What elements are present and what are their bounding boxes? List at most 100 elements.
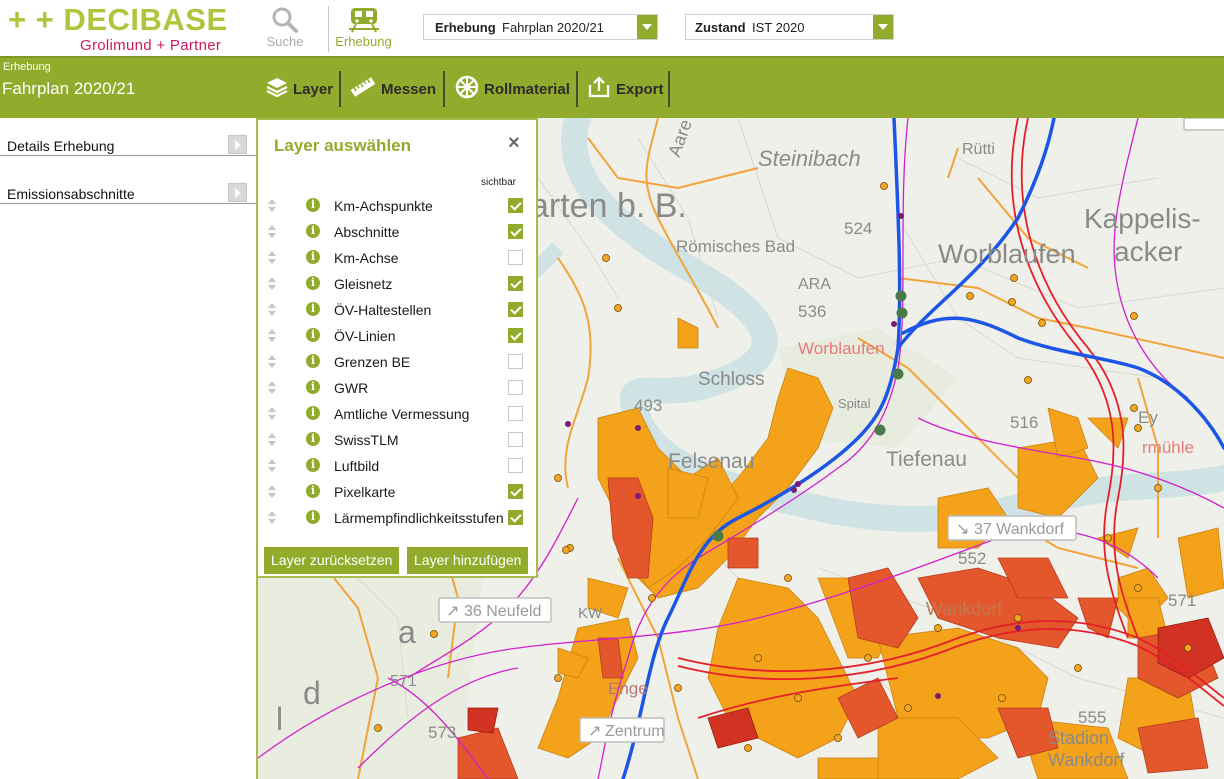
map-label-ey: Ey	[1138, 408, 1158, 427]
zustand-select[interactable]: Zustand IST 2020	[685, 14, 894, 40]
layer-visible-checkbox[interactable]	[508, 432, 523, 447]
layer-visible-checkbox[interactable]	[508, 354, 523, 369]
layer-visible-checkbox[interactable]	[508, 380, 523, 395]
close-icon[interactable]: ×	[508, 132, 520, 155]
layer-visible-checkbox[interactable]	[508, 484, 523, 499]
layer-row: i Luftbild	[258, 454, 536, 480]
map-label-wankdorf-area: Wankdorf	[926, 599, 1003, 619]
drag-handle-icon[interactable]	[268, 277, 276, 291]
export-icon	[587, 75, 611, 103]
drag-handle-icon[interactable]	[268, 355, 276, 369]
map-label-kappelis: Kappelis-	[1084, 203, 1201, 234]
map-label-felsenau: Felsenau	[668, 450, 754, 473]
info-icon[interactable]: i	[306, 458, 320, 472]
drag-handle-icon[interactable]	[268, 459, 276, 473]
map-label-wald-l: l	[276, 701, 283, 737]
drag-handle-icon[interactable]	[268, 433, 276, 447]
add-layer-button[interactable]: Layer hinzufügen	[407, 547, 529, 574]
map-label-acker: acker	[1114, 236, 1182, 267]
drag-handle-icon[interactable]	[268, 485, 276, 499]
map-label-elev-524: 524	[844, 219, 872, 238]
map-label-enge: Enge	[608, 679, 648, 698]
layer-panel-title: Layer auswählen	[274, 136, 412, 155]
drag-handle-icon[interactable]	[268, 511, 276, 525]
tool-messen-button[interactable]: Messen	[350, 71, 436, 107]
logo-wordmark: + + DECIBASE	[8, 2, 228, 37]
info-icon[interactable]: i	[306, 432, 320, 446]
info-icon[interactable]: i	[306, 224, 320, 238]
info-icon[interactable]: i	[306, 484, 320, 498]
layer-visible-checkbox[interactable]	[508, 276, 523, 291]
tool-messen-label: Messen	[381, 80, 437, 98]
nav-erhebung[interactable]: Erhebung	[328, 6, 398, 52]
info-icon[interactable]: i	[306, 276, 320, 290]
exit-sign-wankdorf: ↘ 37 Wankdorf	[947, 515, 1077, 541]
drag-handle-icon[interactable]	[268, 381, 276, 395]
chevron-down-icon[interactable]	[637, 15, 657, 39]
zustand-select-label: Zustand	[695, 20, 746, 35]
tool-rollmaterial-button[interactable]: Rollmaterial	[455, 71, 570, 107]
tool-export-label: Export	[616, 80, 664, 98]
toolbar-divider	[339, 71, 341, 107]
exit-sign-topright	[1183, 118, 1224, 131]
layer-visible-checkbox[interactable]	[508, 458, 523, 473]
layer-visible-checkbox[interactable]	[508, 328, 523, 343]
erhebung-select[interactable]: Erhebung Fahrplan 2020/21	[423, 14, 658, 40]
nav-suche[interactable]: Suche	[262, 6, 308, 52]
layer-visible-checkbox[interactable]	[508, 198, 523, 213]
map-label-elev-552: 552	[958, 549, 986, 568]
chevron-down-icon[interactable]	[873, 15, 893, 39]
tool-layer-button[interactable]: Layer	[266, 71, 333, 107]
layer-name: Grenzen BE	[334, 354, 411, 370]
nav-suche-label: Suche	[266, 34, 304, 49]
drag-handle-icon[interactable]	[268, 329, 276, 343]
chevron-right-icon[interactable]	[228, 135, 247, 154]
layer-name: Pixelkarte	[334, 484, 396, 500]
layer-row: i SwissTLM	[258, 428, 536, 454]
chevron-right-icon[interactable]	[228, 183, 247, 202]
map-label-elev-493: 493	[634, 396, 662, 415]
drag-handle-icon[interactable]	[268, 199, 276, 213]
info-icon[interactable]: i	[306, 302, 320, 316]
layer-row: i Km-Achse	[258, 246, 536, 272]
logo-subtitle: Grolimund + Partner	[80, 37, 222, 54]
info-icon[interactable]: i	[306, 380, 320, 394]
info-icon[interactable]: i	[306, 406, 320, 420]
toolbar-divider	[443, 71, 445, 107]
layer-name: GWR	[334, 380, 369, 396]
map-label-eymuehle: rmühle	[1142, 438, 1194, 457]
reset-layers-button[interactable]: Layer zurücksetzen	[264, 547, 400, 574]
map-label-wald-a: a	[398, 614, 416, 650]
layer-row: i Km-Achspunkte	[258, 194, 536, 220]
layer-visible-checkbox[interactable]	[508, 406, 523, 421]
info-icon[interactable]: i	[306, 198, 320, 212]
drag-handle-icon[interactable]	[268, 303, 276, 317]
map-label-stadion-wankdorf: Wankdorf	[1048, 750, 1125, 770]
search-icon	[262, 6, 308, 34]
drag-handle-icon[interactable]	[268, 407, 276, 421]
exit-label-zentrum: Zentrum	[605, 723, 665, 740]
info-icon[interactable]: i	[306, 354, 320, 368]
layer-visible-checkbox[interactable]	[508, 510, 523, 525]
map-label-wald-d: d	[303, 675, 321, 711]
layer-row: i Lärmempfindlichkeitsstufen	[258, 506, 536, 532]
map-label-ittigen: arten b. B.	[530, 187, 687, 225]
drag-handle-icon[interactable]	[268, 251, 276, 265]
info-icon[interactable]: i	[306, 328, 320, 342]
map-label-ara: ARA	[798, 276, 831, 293]
tool-export-button[interactable]: Export	[587, 71, 664, 107]
info-icon[interactable]: i	[306, 510, 320, 524]
sidebar-item-emissionsabschnitte[interactable]: Emissionsabschnitte	[0, 166, 256, 204]
layer-row: i ÖV-Linien	[258, 324, 536, 350]
svg-text:↘: ↘	[956, 521, 969, 538]
decibase-logo[interactable]: + + DECIBASE Grolimund + Partner	[8, 2, 238, 54]
layer-name: Lärmempfindlichkeitsstufen	[334, 510, 504, 526]
layer-visible-checkbox[interactable]	[508, 224, 523, 239]
erhebung-select-value: Fahrplan 2020/21	[502, 20, 604, 35]
info-icon[interactable]: i	[306, 250, 320, 264]
layer-visible-checkbox[interactable]	[508, 250, 523, 265]
layer-visible-checkbox[interactable]	[508, 302, 523, 317]
drag-handle-icon[interactable]	[268, 225, 276, 239]
map-label-elev-571: 571	[390, 673, 417, 690]
sidebar-item-details-erhebung[interactable]: Details Erhebung	[0, 118, 256, 156]
